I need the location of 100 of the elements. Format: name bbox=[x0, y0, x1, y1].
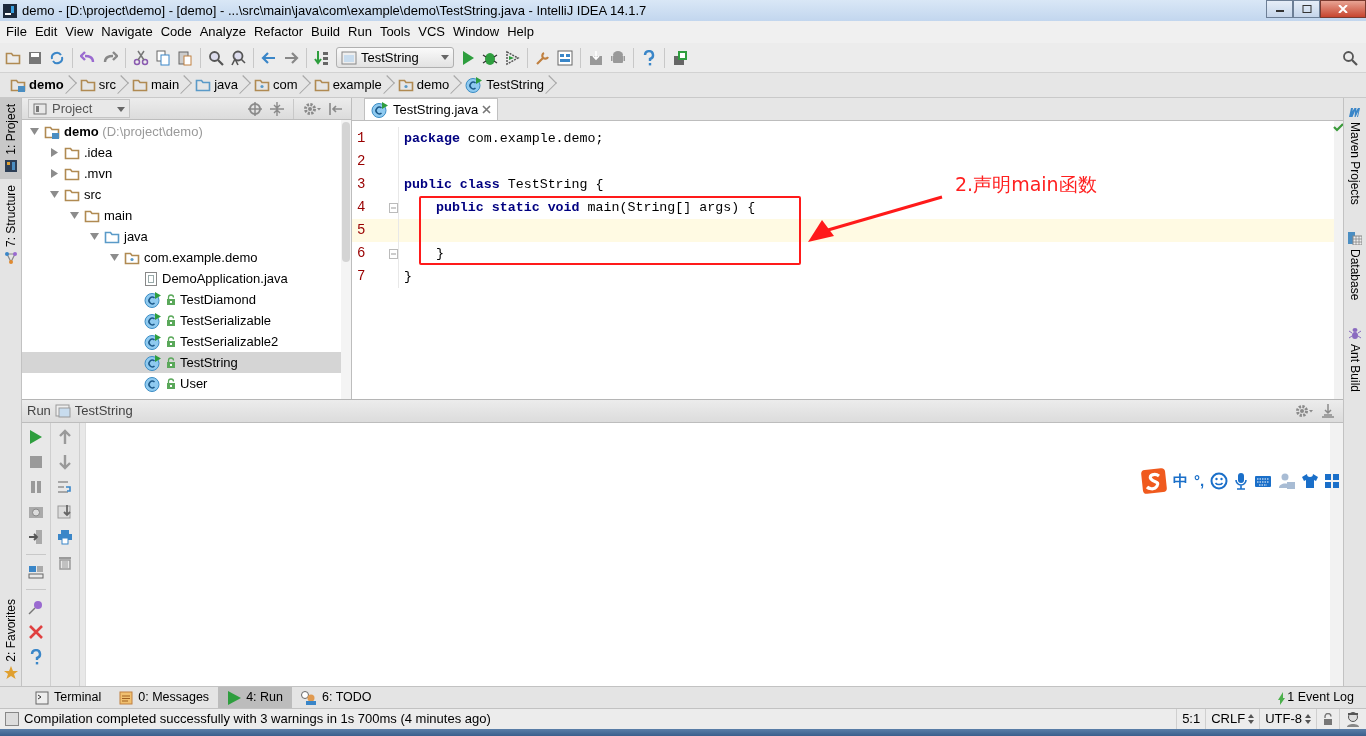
run-configuration-dropdown[interactable]: TestString bbox=[336, 47, 454, 68]
tree-item[interactable]: java bbox=[22, 226, 341, 247]
down-arrow-icon[interactable] bbox=[57, 454, 73, 470]
tool-window-tab[interactable]: 1: Project bbox=[0, 98, 21, 179]
event-log-button[interactable]: 1 Event Log bbox=[1277, 688, 1366, 707]
tree-item[interactable]: demo (D:\project\demo) bbox=[22, 121, 341, 142]
editor-tab[interactable]: TestString.java bbox=[364, 98, 499, 120]
hide-panel-icon[interactable] bbox=[329, 101, 343, 116]
tree-item[interactable]: src bbox=[22, 184, 341, 205]
keyboard-icon[interactable] bbox=[1254, 474, 1273, 488]
menu-item[interactable]: Code bbox=[156, 22, 196, 42]
tool-window-tab[interactable]: Database bbox=[1346, 230, 1364, 301]
microphone-icon[interactable] bbox=[1234, 472, 1249, 490]
person-icon[interactable] bbox=[1345, 711, 1361, 727]
lock-icon[interactable] bbox=[1322, 713, 1334, 725]
menu-item[interactable]: Run bbox=[344, 22, 376, 42]
download-icon[interactable] bbox=[587, 49, 604, 66]
breadcrumb[interactable]: com bbox=[252, 74, 312, 96]
gear-icon[interactable] bbox=[303, 101, 321, 116]
fold-marker-icon[interactable] bbox=[388, 248, 398, 259]
scroll-to-end-icon[interactable] bbox=[57, 504, 73, 520]
menu-item[interactable]: Analyze bbox=[195, 22, 250, 42]
scrollbar-track[interactable] bbox=[1330, 423, 1343, 686]
run-icon[interactable] bbox=[28, 429, 44, 445]
scrollbar-thumb[interactable] bbox=[342, 122, 350, 262]
input-mode[interactable]: 中 bbox=[1173, 469, 1188, 493]
smiley-icon[interactable] bbox=[1210, 472, 1229, 490]
close-icon[interactable] bbox=[28, 624, 44, 640]
sync-icon[interactable] bbox=[49, 49, 65, 66]
tool-window-tab[interactable]: 6: TODO bbox=[291, 687, 381, 708]
breadcrumb[interactable]: main bbox=[130, 74, 194, 96]
tool-window-tab[interactable]: 4: Run bbox=[218, 687, 292, 708]
menu-item[interactable]: Help bbox=[503, 22, 538, 42]
expanded-triangle-icon[interactable] bbox=[89, 232, 99, 241]
pin-icon[interactable] bbox=[28, 599, 44, 615]
fold-marker-icon[interactable] bbox=[388, 202, 398, 213]
project-structure-icon[interactable] bbox=[556, 49, 573, 66]
tree-item[interactable]: User bbox=[22, 373, 341, 394]
gear-icon[interactable] bbox=[1295, 404, 1313, 418]
forward-arrow-icon[interactable] bbox=[283, 49, 299, 66]
back-arrow-icon[interactable] bbox=[261, 49, 277, 66]
expanded-triangle-icon[interactable] bbox=[29, 127, 39, 136]
encoding-selector[interactable]: UTF-8 bbox=[1265, 709, 1302, 729]
wrench-icon[interactable] bbox=[534, 49, 551, 66]
robot-icon[interactable] bbox=[609, 49, 626, 66]
hide-panel-icon[interactable] bbox=[1321, 404, 1335, 418]
search-icon[interactable] bbox=[208, 49, 224, 66]
build-icon[interactable] bbox=[314, 49, 330, 66]
breadcrumb[interactable]: demo bbox=[8, 74, 78, 96]
menu-item[interactable]: VCS bbox=[414, 22, 449, 42]
tree-item[interactable]: com.example.demo bbox=[22, 247, 341, 268]
tree-item[interactable]: TestDiamond bbox=[22, 289, 341, 310]
maximize-button[interactable] bbox=[1293, 0, 1320, 18]
shirt-icon[interactable] bbox=[1302, 473, 1319, 489]
expanded-triangle-icon[interactable] bbox=[49, 190, 59, 199]
menu-item[interactable]: Tools bbox=[375, 22, 415, 42]
menu-item[interactable]: View bbox=[61, 22, 98, 42]
breadcrumb[interactable]: demo bbox=[395, 74, 464, 96]
menu-item[interactable]: Build bbox=[307, 22, 344, 42]
view-dropdown[interactable]: Project bbox=[28, 99, 130, 118]
tree-item[interactable]: TestString bbox=[22, 352, 341, 373]
replace-icon[interactable] bbox=[230, 49, 246, 66]
camera-icon[interactable] bbox=[28, 504, 44, 520]
trash-icon[interactable] bbox=[57, 554, 73, 570]
collapsed-triangle-icon[interactable] bbox=[49, 169, 59, 178]
pause-icon[interactable] bbox=[28, 479, 44, 495]
close-button[interactable] bbox=[1320, 0, 1366, 18]
menu-item[interactable]: Refactor bbox=[249, 22, 308, 42]
grid-icon[interactable] bbox=[1324, 473, 1341, 489]
tree-item[interactable]: .idea bbox=[22, 142, 341, 163]
minimize-button[interactable] bbox=[1266, 0, 1293, 18]
layout-icon[interactable] bbox=[28, 564, 44, 580]
tool-window-tab[interactable]: Maven Projects bbox=[1346, 106, 1364, 205]
coverage-icon[interactable] bbox=[503, 49, 520, 66]
tool-window-tab[interactable]: 0: Messages bbox=[110, 687, 219, 708]
expanded-triangle-icon[interactable] bbox=[69, 211, 79, 220]
tree-item[interactable]: main bbox=[22, 205, 341, 226]
copy-icon[interactable] bbox=[155, 49, 171, 66]
tree-item[interactable]: DemoApplication.java bbox=[22, 268, 341, 289]
user-icon[interactable] bbox=[1278, 472, 1297, 490]
crosshair-icon[interactable] bbox=[248, 101, 262, 116]
tool-window-tab[interactable]: 2: Favorites bbox=[0, 593, 21, 686]
punctuation-mode[interactable]: °, bbox=[1194, 469, 1205, 493]
soft-wrap-icon[interactable] bbox=[57, 479, 73, 495]
up-arrow-icon[interactable] bbox=[57, 429, 73, 445]
collapsed-triangle-icon[interactable] bbox=[49, 148, 59, 157]
close-icon[interactable] bbox=[482, 105, 492, 114]
menu-item[interactable]: Navigate bbox=[97, 22, 157, 42]
scissors-icon[interactable] bbox=[133, 49, 149, 66]
tree-item[interactable]: TestSerializable2 bbox=[22, 331, 341, 352]
menu-item[interactable]: File bbox=[2, 22, 31, 42]
breadcrumb[interactable]: TestString bbox=[463, 74, 559, 96]
search-icon[interactable] bbox=[1342, 50, 1358, 67]
breadcrumb[interactable]: src bbox=[77, 74, 130, 96]
tree-item[interactable]: .mvn bbox=[22, 163, 341, 184]
breadcrumb[interactable]: example bbox=[311, 74, 396, 96]
tree-item[interactable]: TestSerializable bbox=[22, 310, 341, 331]
expanded-triangle-icon[interactable] bbox=[109, 253, 119, 262]
save-icon[interactable] bbox=[27, 49, 43, 66]
tool-window-tab[interactable]: 7: Structure bbox=[0, 178, 21, 271]
